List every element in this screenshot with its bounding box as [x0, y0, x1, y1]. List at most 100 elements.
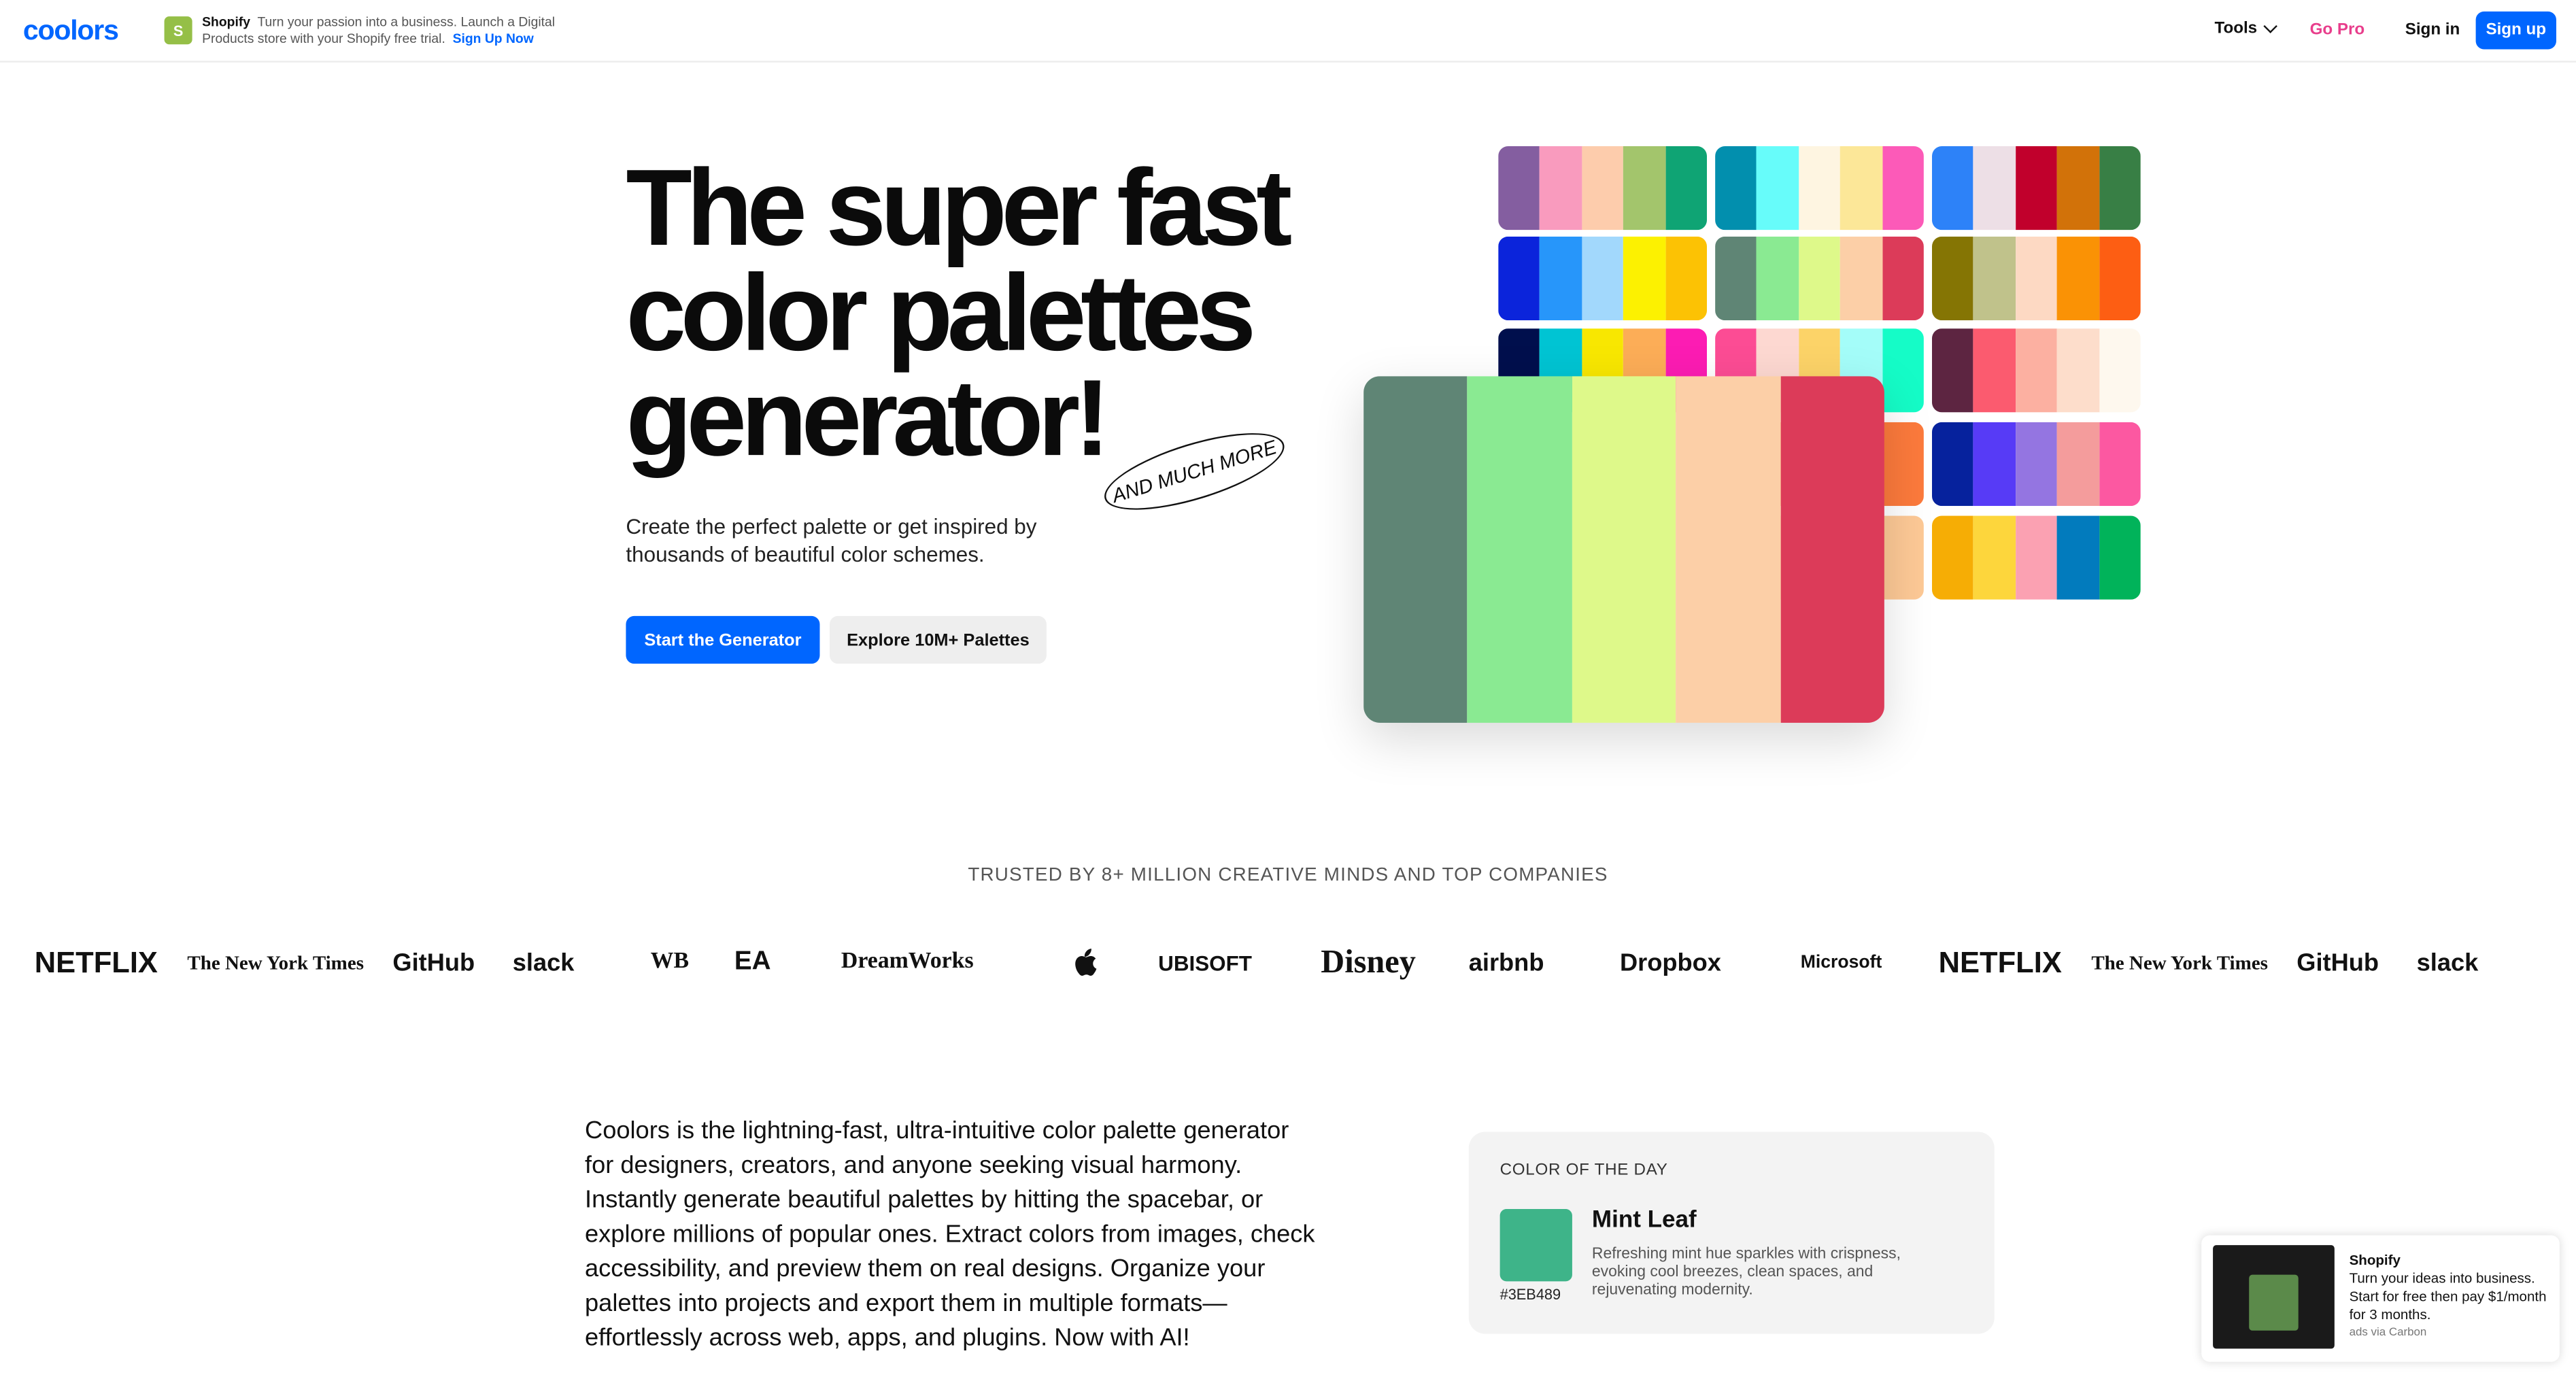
palette-swatch — [1973, 236, 2016, 321]
palette-swatch — [1623, 236, 1665, 321]
palette-swatch — [1882, 515, 1924, 600]
explore-palettes-button[interactable]: Explore 10M+ Palettes — [829, 615, 1047, 664]
palette-card[interactable] — [1931, 236, 2141, 321]
company-logo: slack — [512, 949, 575, 977]
header-ad-brand: Shopify — [202, 14, 251, 30]
palette-swatch — [2057, 422, 2099, 507]
palette-swatch — [2099, 422, 2141, 507]
company-logo: GitHub — [392, 949, 475, 977]
palette-swatch — [2099, 515, 2141, 600]
carbon-ad-image[interactable] — [2213, 1245, 2335, 1349]
featured-palette[interactable] — [1363, 376, 1884, 723]
palette-card[interactable] — [1931, 422, 2141, 507]
page-frame: coolors S Shopify Turn your passion into… — [0, 0, 2576, 1378]
header-ad-cta[interactable]: Sign Up Now — [453, 31, 534, 46]
shopify-bag-icon: S — [164, 16, 192, 45]
palette-swatch — [1882, 146, 1924, 231]
palette-swatch — [2015, 146, 2058, 231]
featured-swatch[interactable] — [1572, 376, 1676, 723]
palette-swatch — [1840, 146, 1882, 231]
palette-swatch — [2015, 328, 2058, 413]
palette-swatch — [2099, 146, 2141, 231]
hero-title-line: The super fast — [626, 146, 1292, 268]
palette-card[interactable] — [1931, 515, 2141, 600]
apple-logo-icon — [1071, 941, 1098, 984]
header-ad[interactable]: S Shopify Turn your passion into a busin… — [164, 15, 583, 48]
company-logo: NETFLIX — [34, 945, 158, 978]
palette-swatch — [2057, 146, 2099, 231]
cotd-hex: #3EB489 — [1499, 1286, 1561, 1303]
hero-subtitle: Create the perfect palette or get inspir… — [626, 514, 1037, 567]
cotd-swatch[interactable] — [1499, 1209, 1572, 1282]
palette-card[interactable] — [1498, 146, 1708, 231]
featured-swatch[interactable] — [1780, 376, 1884, 723]
company-logo: The New York Times — [187, 950, 364, 974]
palette-swatch — [1931, 146, 1974, 231]
palette-swatch — [1882, 236, 1924, 321]
carbon-ad-via[interactable]: ads via Carbon — [2350, 1327, 2427, 1339]
tools-label: Tools — [2214, 19, 2258, 38]
palette-card[interactable] — [1498, 236, 1708, 321]
palette-swatch — [1623, 146, 1665, 231]
palette-swatch — [1882, 422, 1924, 507]
company-logo: airbnb — [1468, 949, 1544, 977]
palette-swatch — [1715, 146, 1757, 231]
cotd-heading: COLOR OF THE DAY — [1499, 1161, 1668, 1180]
palette-swatch — [1540, 236, 1582, 321]
palette-card[interactable] — [1931, 146, 2141, 231]
company-logo: UBISOFT — [1158, 950, 1252, 975]
carbon-ad[interactable]: Shopify Turn your ideas into business. S… — [2201, 1235, 2560, 1362]
go-pro-link[interactable]: Go Pro — [2310, 21, 2365, 39]
palette-swatch — [1931, 328, 1974, 413]
carbon-ad-text[interactable]: Turn your ideas into business. Start for… — [2350, 1270, 2550, 1324]
palette-swatch — [1931, 236, 1974, 321]
featured-swatch[interactable] — [1363, 376, 1468, 723]
featured-swatch[interactable] — [1676, 376, 1780, 723]
header-ad-text-block: Shopify Turn your passion into a busines… — [202, 15, 583, 48]
palette-swatch — [1665, 146, 1708, 231]
palette-swatch — [1840, 236, 1882, 321]
sign-in-link[interactable]: Sign in — [2405, 21, 2460, 39]
carbon-ad-image-photo — [2249, 1274, 2299, 1331]
palette-card[interactable] — [1715, 236, 1924, 321]
palette-swatch — [1798, 146, 1841, 231]
start-generator-button[interactable]: Start the Generator — [626, 615, 820, 664]
palette-swatch — [2099, 328, 2141, 413]
palette-swatch — [2099, 236, 2141, 321]
palette-swatch — [1715, 236, 1757, 321]
palette-swatch — [2015, 236, 2058, 321]
chevron-down-icon — [2263, 19, 2277, 33]
palette-swatch — [1931, 422, 1974, 507]
palette-swatch — [1757, 146, 1799, 231]
cotd-name: Mint Leaf — [1591, 1207, 1697, 1234]
featured-swatch[interactable] — [1468, 376, 1572, 723]
palette-swatch — [2015, 422, 2058, 507]
company-logo: EA — [734, 947, 771, 976]
coolors-logo[interactable]: coolors — [23, 15, 119, 48]
palette-swatch — [1498, 146, 1540, 231]
sign-up-button[interactable]: Sign up — [2475, 11, 2556, 50]
palette-swatch — [1973, 422, 2016, 507]
hero-title-line: color palettes — [626, 251, 1256, 373]
palette-swatch — [1973, 515, 2016, 600]
hero-title: The super fast color palettes generator! — [626, 146, 1381, 472]
company-logo: Dropbox — [1619, 949, 1721, 977]
company-logo: GitHub — [2297, 949, 2379, 977]
palette-swatch — [1973, 328, 2016, 413]
color-of-the-day-card[interactable]: COLOR OF THE DAY #3EB489 Mint Leaf Refre… — [1468, 1131, 1995, 1334]
palette-swatch — [1798, 236, 1841, 321]
about-text: Coolors is the lightning-fast, ultra-int… — [585, 1117, 1315, 1352]
cotd-description: Refreshing mint hue sparkles with crispn… — [1591, 1245, 1901, 1299]
palette-swatch — [1498, 236, 1540, 321]
tools-menu[interactable]: Tools — [2214, 19, 2277, 38]
palette-swatch — [1665, 236, 1708, 321]
company-logo: Disney — [1321, 943, 1416, 981]
palette-swatch — [1581, 236, 1624, 321]
palette-swatch — [1581, 146, 1624, 231]
palette-card[interactable] — [1931, 328, 2141, 413]
palette-swatch — [2057, 328, 2099, 413]
palette-card[interactable] — [1715, 146, 1924, 231]
palette-swatch — [2057, 515, 2099, 600]
palette-swatch — [2015, 515, 2058, 600]
carbon-ad-brand: Shopify — [2349, 1251, 2401, 1268]
